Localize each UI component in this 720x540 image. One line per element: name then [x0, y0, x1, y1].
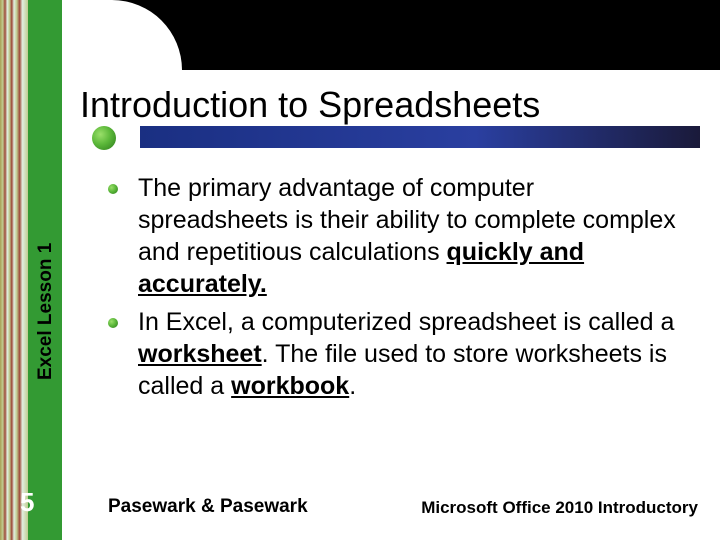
bullet-list: The primary advantage of computer spread… [108, 172, 688, 408]
bullet-dot-icon [108, 184, 118, 194]
side-label: Excel Lesson 1 [35, 243, 57, 380]
emphasis-text: workbook [231, 372, 349, 400]
bullet-text: The primary advantage of computer spread… [138, 172, 688, 300]
emphasis-text: worksheet [138, 340, 262, 368]
slide: Excel Lesson 1 Introduction to Spreadshe… [0, 0, 720, 540]
footer-right: Microsoft Office 2010 Introductory [421, 498, 698, 518]
list-item: In Excel, a computerized spreadsheet is … [108, 306, 688, 402]
heading-underline [140, 126, 700, 148]
page-number: 5 [20, 487, 34, 518]
bullet-text: In Excel, a computerized spreadsheet is … [138, 306, 688, 402]
text-segment: The primary advantage of computer spread… [138, 174, 676, 266]
bullet-dot-icon [108, 318, 118, 328]
text-segment: In Excel, a computerized spreadsheet is … [138, 308, 674, 336]
sidebar-art [0, 0, 28, 540]
text-segment: . [349, 372, 356, 400]
accent-dot-icon [92, 126, 116, 150]
list-item: The primary advantage of computer spread… [108, 172, 688, 300]
slide-heading: Introduction to Spreadsheets [80, 84, 540, 126]
footer-left: Pasewark & Pasewark [108, 496, 308, 518]
